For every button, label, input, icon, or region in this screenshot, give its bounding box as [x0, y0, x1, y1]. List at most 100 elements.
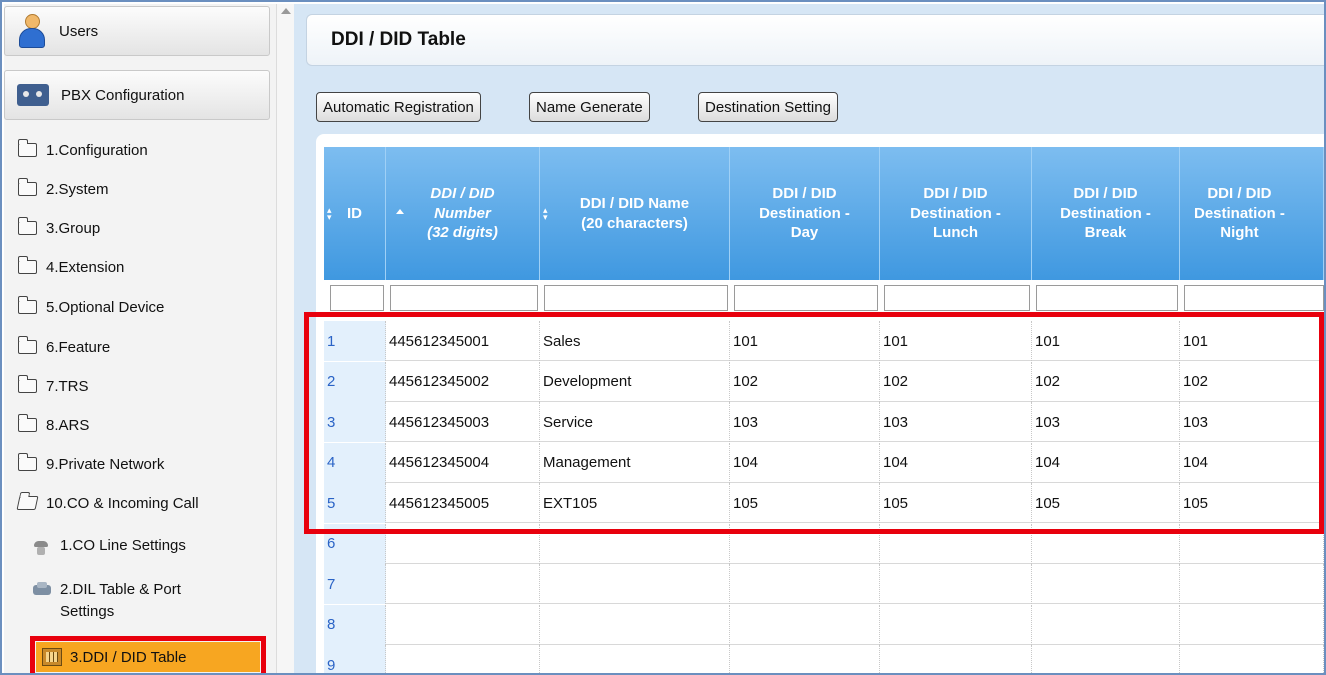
scroll-up-icon[interactable]	[281, 8, 291, 14]
tree-item-private-network[interactable]: 9.Private Network	[17, 452, 165, 476]
cell-destination-night[interactable]	[1180, 564, 1324, 604]
tree-item-label: 7.TRS	[46, 377, 89, 395]
cell-destination-lunch[interactable]	[880, 604, 1032, 645]
cell-destination-day[interactable]	[730, 645, 880, 673]
column-header-number[interactable]: DDI / DID Number (32 digits)	[386, 147, 540, 280]
page-title: DDI / DID Table	[306, 14, 1324, 66]
tree-item-label: 4.Extension	[46, 258, 125, 276]
filter-input-number[interactable]	[390, 285, 538, 311]
column-header-destination-break[interactable]: DDI / DID Destination - Break	[1032, 147, 1180, 280]
users-icon	[17, 14, 47, 48]
tree-item-extension[interactable]: 4.Extension	[17, 255, 125, 279]
column-header-destination-lunch[interactable]: DDI / DID Destination - Lunch	[880, 147, 1032, 280]
tree-item-group[interactable]: 3.Group	[17, 216, 100, 240]
tree-item-configuration[interactable]: 1.Configuration	[17, 138, 148, 162]
cell-destination-break[interactable]	[1032, 564, 1180, 604]
sidebar-section-pbx-configuration[interactable]: PBX Configuration	[4, 70, 270, 120]
sort-icon: ▴ ▾	[543, 205, 548, 222]
cell-destination-day[interactable]	[730, 564, 880, 604]
folder-icon	[17, 375, 37, 393]
cell-destination-night[interactable]	[1180, 604, 1324, 645]
tree-item-label: 10.CO & Incoming Call	[46, 494, 199, 512]
cell-number[interactable]	[386, 645, 540, 673]
tree-item-label: 2.System	[46, 180, 109, 198]
sub-item-co-line-settings[interactable]: 1.CO Line Settings	[32, 537, 186, 556]
table-row[interactable]: 9	[324, 645, 1324, 673]
column-header-destination-night[interactable]: DDI / DID Destination - Night	[1180, 147, 1324, 280]
tree-item-trs[interactable]: 7.TRS	[17, 374, 89, 398]
column-header-text: DDI / DID Number (32 digits)	[427, 185, 498, 242]
tree-item-optional-device[interactable]: 5.Optional Device	[17, 295, 165, 319]
sub-item-label-line1: 2.DIL Table & Port	[60, 581, 181, 598]
tree-item-ars[interactable]: 8.ARS	[17, 413, 90, 437]
cell-id[interactable]: 8	[324, 604, 386, 645]
app-window: Users PBX Configuration 1.Configuration …	[0, 0, 1326, 675]
column-header-text: DDI / DID Name (20 characters)	[579, 195, 690, 232]
sidebar-scrollbar[interactable]	[276, 4, 294, 673]
tree-item-label: 1.Configuration	[46, 141, 148, 159]
sub-item-label: 1.CO Line Settings	[60, 537, 186, 554]
phone-icon	[32, 538, 52, 556]
folder-icon	[17, 178, 37, 196]
sort-icon: ▴ ▾	[327, 205, 332, 222]
cell-destination-lunch[interactable]	[880, 564, 1032, 604]
table-header: ▴ ▾ ID DDI / DID Number (32 digits) ▴ ▾ DDI …	[324, 147, 1324, 280]
automatic-registration-button[interactable]: Automatic Registration	[316, 92, 481, 122]
sub-item-label: 2.DIL Table & Port Settings	[60, 579, 181, 623]
filter-row	[324, 280, 1324, 316]
column-header-text: DDI / DID Destination - Day	[759, 185, 850, 242]
cell-id[interactable]: 7	[324, 564, 386, 604]
table-row[interactable]: 8	[324, 604, 1324, 645]
tree-item-feature[interactable]: 6.Feature	[17, 335, 111, 359]
folder-icon	[17, 217, 37, 235]
sub-item-label-line2: Settings	[60, 603, 115, 620]
column-header-text: ID	[347, 204, 362, 222]
sidebar-section-label: PBX Configuration	[61, 86, 185, 104]
sidebar-section-users[interactable]: Users	[4, 6, 270, 56]
sort-ascending-icon	[396, 209, 404, 214]
folder-icon	[17, 414, 37, 432]
cell-destination-lunch[interactable]	[880, 645, 1032, 673]
destination-setting-button[interactable]: Destination Setting	[698, 92, 838, 122]
cell-id[interactable]: 9	[324, 645, 386, 673]
folder-icon	[17, 336, 37, 354]
cell-number[interactable]	[386, 564, 540, 604]
cell-number[interactable]	[386, 604, 540, 645]
filter-input-destination-night[interactable]	[1184, 285, 1324, 311]
cell-destination-break[interactable]	[1032, 645, 1180, 673]
filter-input-destination-break[interactable]	[1036, 285, 1178, 311]
folder-open-icon	[16, 496, 39, 510]
port-icon	[32, 580, 52, 598]
tree-item-label: 5.Optional Device	[46, 298, 165, 316]
column-header-text: DDI / DID Destination - Break	[1060, 185, 1151, 242]
tree-item-system[interactable]: 2.System	[17, 177, 109, 201]
highlight-box-sidebar	[30, 636, 266, 673]
tree-item-co-incoming-call[interactable]: 10.CO & Incoming Call	[16, 491, 199, 515]
sidebar: Users PBX Configuration 1.Configuration …	[4, 4, 276, 673]
table-row[interactable]: 7	[324, 564, 1324, 604]
filter-input-id[interactable]	[330, 285, 384, 311]
pbx-icon	[17, 80, 49, 110]
cell-name[interactable]	[540, 604, 730, 645]
column-header-name[interactable]: ▴ ▾ DDI / DID Name (20 characters)	[540, 147, 730, 280]
folder-icon	[17, 453, 37, 471]
name-generate-button[interactable]: Name Generate	[529, 92, 650, 122]
tree-item-label: 9.Private Network	[46, 455, 165, 473]
cell-destination-break[interactable]	[1032, 604, 1180, 645]
filter-input-destination-day[interactable]	[734, 285, 878, 311]
cell-destination-day[interactable]	[730, 604, 880, 645]
cell-name[interactable]	[540, 645, 730, 673]
filter-input-destination-lunch[interactable]	[884, 285, 1030, 311]
sub-item-dil-table-port-settings[interactable]: 2.DIL Table & Port Settings	[32, 579, 181, 623]
cell-destination-night[interactable]	[1180, 645, 1324, 673]
folder-icon	[17, 139, 37, 157]
tree-item-label: 6.Feature	[46, 338, 111, 356]
folder-icon	[17, 296, 37, 314]
tree-item-label: 8.ARS	[46, 416, 90, 434]
filter-input-name[interactable]	[544, 285, 728, 311]
cell-name[interactable]	[540, 564, 730, 604]
column-header-destination-day[interactable]: DDI / DID Destination - Day	[730, 147, 880, 280]
column-header-text: DDI / DID Destination - Night	[1194, 185, 1285, 242]
highlight-box-table	[304, 312, 1324, 534]
column-header-id[interactable]: ▴ ▾ ID	[324, 147, 386, 280]
